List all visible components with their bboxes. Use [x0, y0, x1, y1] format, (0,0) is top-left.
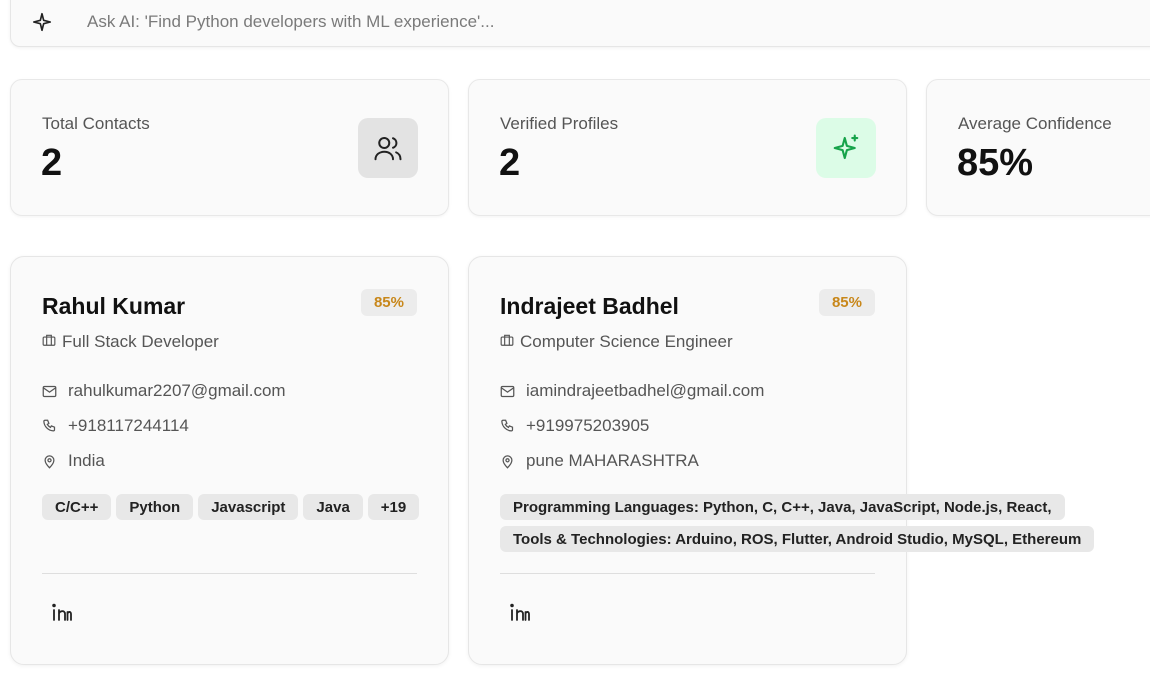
confidence-badge: 85% [818, 289, 875, 316]
contact-name: Indrajeet Badhel [500, 293, 679, 319]
mail-icon [500, 383, 516, 399]
ask-ai-input[interactable] [87, 11, 787, 32]
stat-label: Verified Profiles [500, 114, 619, 133]
contact-role: Full Stack Developer [42, 332, 219, 352]
linkedin-icon[interactable] [509, 602, 531, 624]
location-text: India [68, 451, 105, 470]
contact-role: Computer Science Engineer [500, 332, 733, 352]
skill-tag: Programming Languages: Python, C, C++, J… [500, 494, 1065, 520]
stat-value: 85% [957, 142, 1034, 184]
stat-value: 2 [41, 142, 63, 184]
contact-phone[interactable]: +918117244114 [42, 416, 189, 436]
skill-tag: Java [303, 494, 363, 520]
phone-text: +918117244114 [68, 416, 189, 435]
contact-location: India [42, 451, 105, 471]
contact-card[interactable]: Indrajeet Badhel 85% Computer Science En… [468, 256, 1095, 665]
stat-average-confidence: Average Confidence 85% [926, 79, 1150, 216]
contact-name: Rahul Kumar [42, 293, 186, 319]
skill-tag: Javascript [198, 494, 299, 520]
sparkles-icon [816, 118, 876, 178]
skill-tag: Tools & Technologies: Arduino, ROS, Flut… [500, 526, 1095, 552]
stat-verified-profiles: Verified Profiles 2 [468, 79, 907, 216]
mail-icon [42, 383, 58, 399]
skill-tag: Python [116, 494, 194, 520]
skill-tags: Programming Languages: Python, C, C++, J… [500, 494, 1120, 552]
linkedin-icon[interactable] [51, 602, 73, 624]
map-pin-icon [500, 453, 516, 469]
contact-location: pune MAHARASHTRA [500, 451, 699, 471]
ask-ai-bar[interactable] [10, 0, 1150, 47]
divider [500, 573, 875, 574]
email-text: rahulkumar2207@gmail.com [68, 381, 286, 400]
divider [42, 573, 417, 574]
users-icon [358, 118, 418, 178]
contact-email[interactable]: rahulkumar2207@gmail.com [42, 381, 286, 401]
stat-value: 2 [499, 142, 521, 184]
more-skills-tag[interactable]: +19 [367, 494, 420, 520]
skill-tags: C/C++ Python Javascript Java +19 [42, 494, 432, 520]
location-text: pune MAHARASHTRA [526, 451, 699, 470]
briefcase-icon [42, 332, 56, 352]
contact-card[interactable]: Rahul Kumar 85% Full Stack Developer rah… [10, 256, 449, 665]
phone-text: +919975203905 [526, 416, 650, 435]
skill-tag: C/C++ [42, 494, 112, 520]
sparkles-icon [31, 9, 57, 35]
stat-label: Average Confidence [958, 114, 1112, 133]
phone-icon [42, 418, 58, 434]
email-text: iamindrajeetbadhel@gmail.com [526, 381, 765, 400]
contact-email[interactable]: iamindrajeetbadhel@gmail.com [500, 381, 764, 401]
map-pin-icon [42, 453, 58, 469]
contact-phone[interactable]: +919975203905 [500, 416, 649, 436]
confidence-badge: 85% [360, 289, 417, 316]
role-text: Computer Science Engineer [520, 332, 733, 351]
role-text: Full Stack Developer [62, 332, 219, 351]
phone-icon [500, 418, 516, 434]
stat-total-contacts: Total Contacts 2 [10, 79, 449, 216]
stat-label: Total Contacts [42, 114, 150, 133]
briefcase-icon [500, 332, 514, 352]
